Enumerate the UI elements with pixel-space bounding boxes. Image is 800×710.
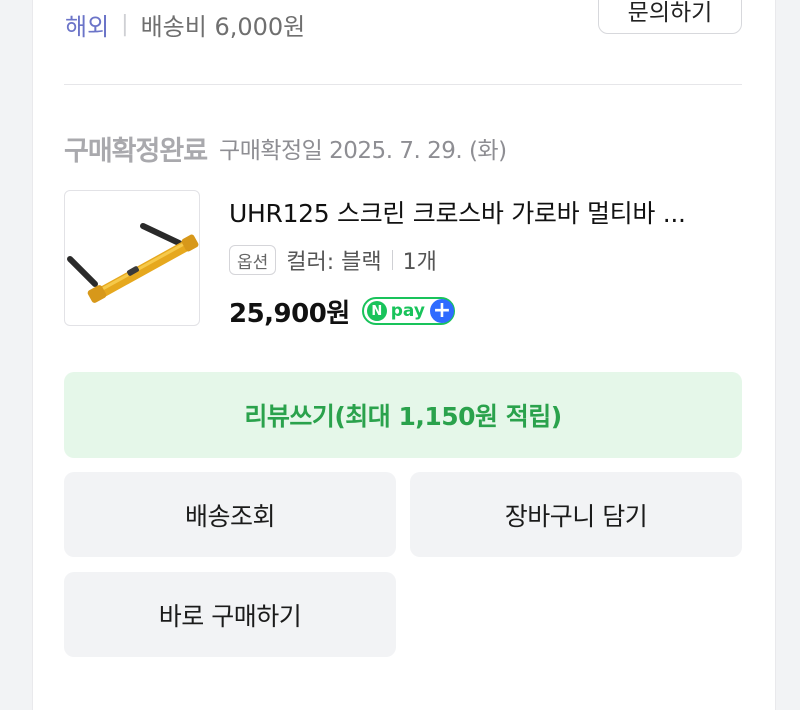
option-row: 옵션 컬러: 블랙 1개 (229, 243, 437, 277)
price-row: 25,900원 N pay + (229, 292, 455, 330)
product-price: 25,900원 (229, 298, 350, 329)
shipping-origin: 해외 (65, 12, 110, 41)
order-status: 구매확정완료 (64, 135, 208, 167)
shipping-fee: 배송비 6,000원 (140, 12, 306, 41)
order-status-row: 구매확정완료 구매확정일 2025. 7. 29. (화) (64, 130, 507, 167)
track-delivery-button[interactable]: 배송조회 (64, 472, 396, 557)
write-review-button[interactable]: 리뷰쓰기(최대 1,150원 적립) (64, 372, 742, 458)
buy-now-button[interactable]: 바로 구매하기 (64, 572, 396, 657)
product-thumbnail[interactable] (64, 190, 200, 326)
option-badge: 옵션 (229, 245, 277, 275)
npay-label: pay (390, 301, 425, 321)
inquiry-button[interactable]: 문의하기 (598, 0, 742, 34)
product-name[interactable]: UHR125 스크린 크로스바 가로바 멀티바 ... (229, 194, 749, 230)
plus-icon: + (429, 299, 454, 323)
option-value: 컬러: 블랙 (286, 250, 382, 275)
divider (64, 84, 742, 85)
quantity: 1개 (402, 250, 437, 275)
confirm-date: 구매확정일 2025. 7. 29. (화) (219, 138, 507, 164)
npay-plus-badge: N pay + (361, 297, 455, 325)
crossbar-product-image (67, 223, 199, 303)
npay-n-icon: N (366, 301, 387, 321)
separator: | (121, 11, 129, 37)
separator (391, 250, 393, 270)
add-to-cart-button[interactable]: 장바구니 담기 (410, 472, 742, 557)
shipping-info: 해외 | 배송비 6,000원 (65, 7, 305, 41)
